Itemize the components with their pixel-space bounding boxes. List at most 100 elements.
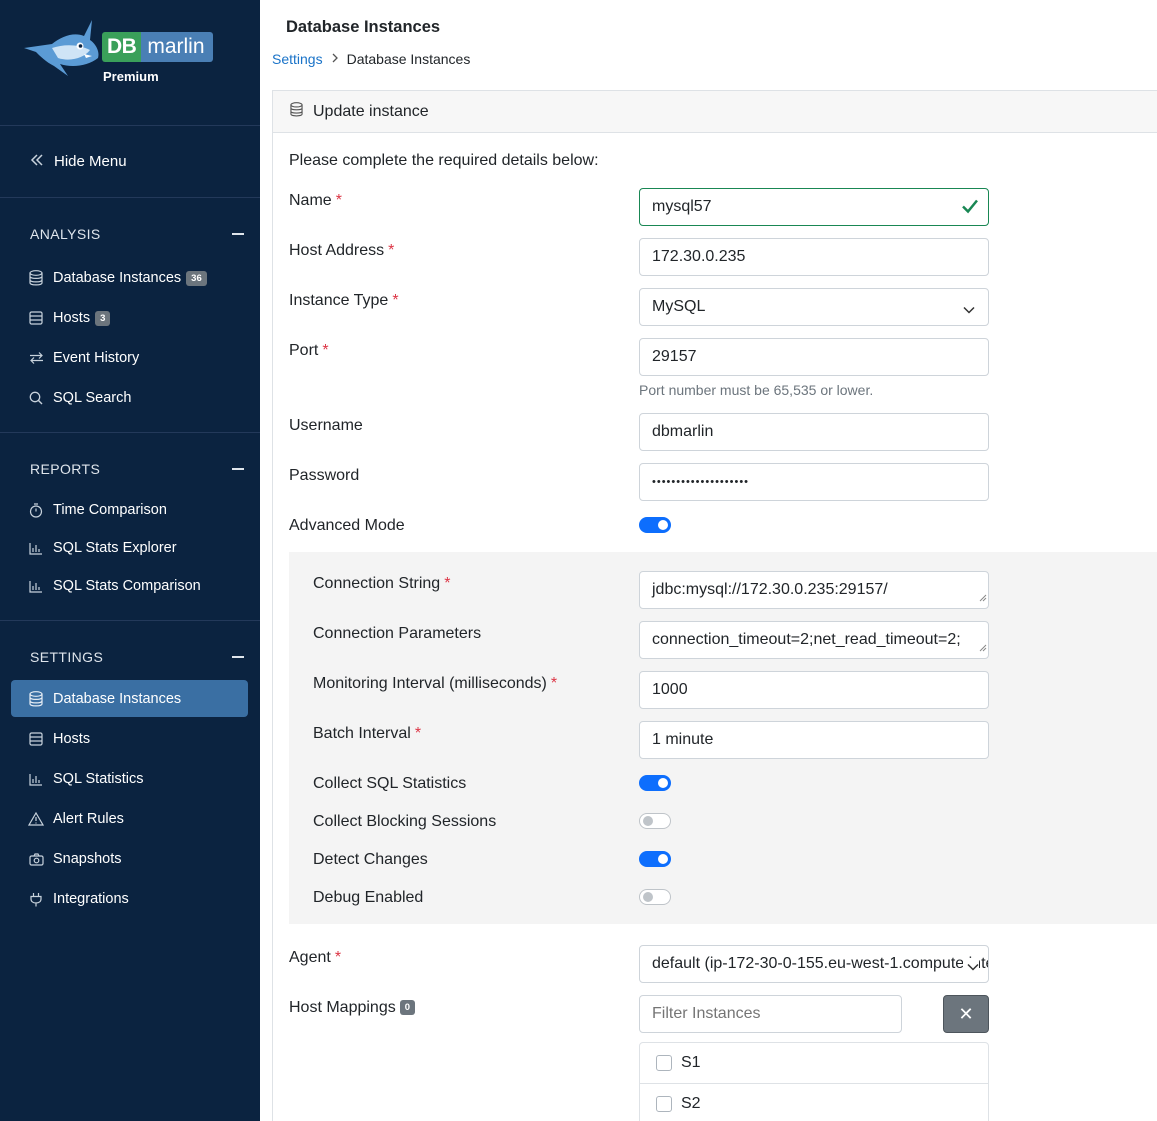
breadcrumb-current: Database Instances	[346, 51, 471, 67]
monitoring-interval-input[interactable]: 1000	[639, 671, 989, 709]
host-address-value: 172.30.0.235	[652, 248, 746, 265]
filter-instances-input[interactable]	[639, 995, 902, 1033]
password-input[interactable]: ••••••••••••••••••••	[639, 463, 989, 501]
port-value: 29157	[652, 348, 697, 365]
connection-string-value: jdbc:mysql://172.30.0.235:29157/	[652, 581, 888, 598]
breadcrumb-settings-link[interactable]: Settings	[272, 51, 323, 67]
sidebar-item-integrations[interactable]: Integrations	[0, 879, 260, 919]
list-item[interactable]: S2	[640, 1084, 988, 1121]
agent-label: Agent *	[289, 949, 342, 966]
sidebar-item-sql-stats-comparison[interactable]: SQL Stats Comparison	[0, 567, 260, 605]
sidebar-item-snapshots[interactable]: Snapshots	[0, 839, 260, 879]
analysis-section-title: ANALYSIS	[30, 226, 101, 242]
host-address-input[interactable]: 172.30.0.235	[639, 238, 989, 276]
collect-blocking-sessions-toggle[interactable]	[639, 813, 671, 829]
resize-grip-icon[interactable]	[979, 639, 987, 657]
collect-sql-statistics-label: Collect SQL Statistics	[313, 775, 467, 792]
host-mapping-list: S1 S2	[639, 1042, 989, 1121]
sidebar-item-settings-hosts[interactable]: Hosts	[0, 719, 260, 759]
server-icon	[28, 310, 44, 326]
connection-parameters-textarea[interactable]: connection_timeout=2;net_read_timeout=2;	[639, 621, 989, 659]
connection-string-textarea[interactable]: jdbc:mysql://172.30.0.235:29157/	[639, 571, 989, 609]
required-marker: *	[388, 242, 395, 259]
port-hint: Port number must be 65,535 or lower.	[639, 382, 874, 398]
port-label: Port *	[289, 342, 329, 359]
sidebar-item-time-comparison[interactable]: Time Comparison	[0, 491, 260, 529]
password-value: ••••••••••••••••••••	[652, 476, 750, 488]
settings-section-title: SETTINGS	[30, 649, 104, 665]
required-marker: *	[335, 192, 342, 209]
required-marker: *	[550, 675, 558, 692]
breadcrumb: Settings Database Instances	[272, 51, 470, 67]
sidebar-item-hosts[interactable]: Hosts 3	[0, 298, 260, 338]
required-marker: *	[322, 342, 329, 359]
reports-section: REPORTS Time Comparison SQL Stats Explor…	[0, 433, 260, 621]
sidebar-item-label: SQL Stats Comparison	[53, 578, 201, 594]
host-item-label: S2	[681, 1095, 701, 1112]
host-address-label: Host Address *	[289, 242, 395, 259]
agent-select[interactable]: default (ip-172-30-0-155.eu-west-1.compu…	[639, 945, 989, 983]
username-input[interactable]: dbmarlin	[639, 413, 989, 451]
sidebar-item-database-instances[interactable]: Database Instances 36	[0, 258, 260, 298]
collect-blocking-sessions-label: Collect Blocking Sessions	[313, 813, 497, 830]
hide-menu-label: Hide Menu	[54, 153, 127, 170]
camera-icon	[28, 851, 44, 867]
host-mappings-label: Host Mappings 0	[289, 999, 416, 1017]
analysis-section-header[interactable]: ANALYSIS	[0, 224, 260, 244]
settings-section: SETTINGS Database Instances Hosts SQL St…	[0, 621, 260, 919]
checkbox[interactable]	[656, 1096, 672, 1112]
collect-sql-statistics-toggle[interactable]	[639, 775, 671, 791]
sidebar-item-sql-search[interactable]: SQL Search	[0, 378, 260, 418]
database-icon	[290, 101, 303, 122]
sidebar-item-label: Database Instances	[53, 690, 182, 707]
required-marker: *	[444, 575, 451, 592]
sidebar-item-sql-stats-explorer[interactable]: SQL Stats Explorer	[0, 529, 260, 567]
checkbox[interactable]	[656, 1055, 672, 1071]
double-chevron-left-icon	[30, 153, 44, 171]
logo[interactable]: DB marlin Premium	[0, 0, 260, 126]
reports-section-header[interactable]: REPORTS	[0, 459, 260, 479]
username-label: Username	[289, 417, 363, 434]
required-marker: *	[392, 292, 399, 309]
instance-type-select[interactable]: MySQL	[639, 288, 989, 326]
batch-interval-input[interactable]: 1 minute	[639, 721, 989, 759]
database-icon	[28, 270, 44, 286]
sidebar-item-alert-rules[interactable]: Alert Rules	[0, 799, 260, 839]
name-label: Name *	[289, 192, 342, 209]
connection-parameters-label: Connection Parameters	[313, 625, 482, 642]
list-item[interactable]: S1	[640, 1043, 988, 1084]
sidebar-item-sql-statistics[interactable]: SQL Statistics	[0, 759, 260, 799]
monitoring-interval-value: 1000	[652, 681, 688, 698]
host-item-label: S1	[681, 1054, 701, 1071]
required-marker: *	[334, 949, 342, 966]
sidebar-item-label: Database Instances	[53, 270, 182, 286]
instance-type-label: Instance Type *	[289, 292, 399, 309]
clear-filter-button[interactable]: ✕	[943, 995, 989, 1033]
sidebar-item-settings-database-instances[interactable]: Database Instances	[11, 680, 248, 717]
close-icon: ✕	[958, 1003, 974, 1024]
sidebar-item-label: SQL Statistics	[53, 771, 144, 787]
sidebar-item-label: Integrations	[53, 891, 129, 907]
settings-section-header[interactable]: SETTINGS	[0, 647, 260, 667]
detect-changes-label: Detect Changes	[313, 851, 428, 868]
page-title: Database Instances	[286, 18, 441, 36]
detect-changes-toggle[interactable]	[639, 851, 671, 867]
collapse-icon	[232, 656, 244, 658]
warning-icon	[28, 811, 44, 827]
sidebar-item-label: Time Comparison	[53, 502, 167, 518]
batch-interval-value: 1 minute	[652, 731, 714, 748]
connection-string-label: Connection String *	[313, 575, 451, 592]
resize-grip-icon[interactable]	[979, 589, 987, 607]
advanced-mode-toggle[interactable]	[639, 517, 671, 533]
name-input[interactable]: mysql57	[639, 188, 989, 226]
count-badge: 3	[95, 310, 111, 326]
main-content: Database Instances Settings Database Ins…	[260, 0, 1157, 1121]
debug-enabled-toggle[interactable]	[639, 889, 671, 905]
count-badge: 0	[399, 1000, 416, 1015]
reports-section-title: REPORTS	[30, 461, 101, 477]
update-instance-card: Update instance Please complete the requ…	[272, 90, 1157, 1121]
hide-menu-button[interactable]: Hide Menu	[0, 126, 260, 198]
sidebar-item-event-history[interactable]: Event History	[0, 338, 260, 378]
count-badge: 36	[186, 270, 207, 286]
port-input[interactable]: 29157	[639, 338, 989, 376]
